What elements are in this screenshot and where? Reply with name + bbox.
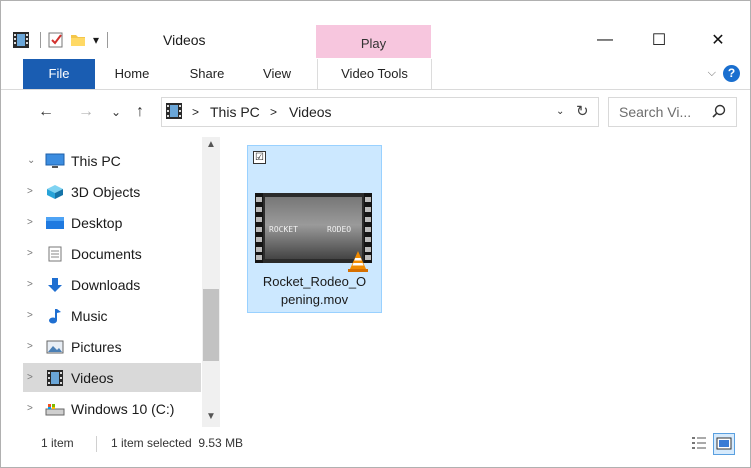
thumbnail-text-left: ROCKET [269, 225, 298, 234]
breadcrumb-separator[interactable]: > [192, 105, 199, 119]
file-item[interactable]: ☑ ROCKET RODEO Rocket_Rodeo_O pening.mov [247, 145, 382, 313]
nav-scrollbar[interactable]: ▲ ▼ [202, 137, 220, 427]
picture-icon [45, 339, 65, 355]
play-context-header: Play [316, 25, 431, 58]
nav-item-label: 3D Objects [71, 183, 141, 200]
vlc-cone-icon [348, 251, 368, 272]
scrollbar-thumb[interactable] [203, 289, 219, 361]
nav-item-windows-drive[interactable]: > Windows 10 (C:) [23, 394, 201, 423]
title-bar: ▾ Videos Play — ☐ ✕ [1, 1, 750, 58]
navigation-pane: ⌄ This PC > 3D Objects > Desktop > Docum… [1, 137, 221, 427]
qat-separator [107, 32, 109, 48]
expand-chevron-icon[interactable]: > [27, 372, 39, 383]
recent-locations-button[interactable]: ⌄ [105, 101, 127, 123]
back-button[interactable]: ← [35, 101, 57, 123]
search-placeholder: Search Vi... [619, 104, 692, 120]
nav-item-documents[interactable]: > Documents [23, 239, 201, 268]
close-button[interactable]: ✕ [695, 25, 741, 55]
help-icon[interactable]: ? [723, 65, 740, 82]
expand-chevron-icon[interactable]: > [27, 248, 39, 259]
drive-icon [45, 401, 65, 417]
expand-chevron-icon[interactable]: > [27, 310, 39, 321]
desktop-icon [45, 215, 65, 231]
ribbon-divider [1, 89, 750, 90]
nav-item-label: Music [71, 307, 108, 324]
nav-item-pictures[interactable]: > Pictures [23, 332, 201, 361]
thumbnail-text-right: RODEO [327, 225, 352, 234]
nav-item-label: Videos [71, 369, 114, 386]
up-button[interactable]: ↑ [129, 101, 151, 123]
film-icon[interactable] [12, 31, 30, 49]
nav-item-label: Windows 10 (C:) [71, 400, 175, 417]
tab-share[interactable]: Share [177, 59, 237, 89]
breadcrumb-separator[interactable]: > [270, 105, 277, 119]
new-folder-icon[interactable] [69, 31, 87, 49]
item-count: 1 item [41, 436, 74, 450]
file-name-line-1: Rocket_Rodeo_O [262, 274, 367, 289]
document-icon [45, 246, 65, 262]
nav-item-downloads[interactable]: > Downloads [23, 270, 201, 299]
ribbon-tabs: File Home Share View Video Tools ⌵ ? [1, 59, 750, 89]
customize-qat-icon[interactable]: ▾ [93, 33, 99, 47]
cube-icon [45, 184, 65, 200]
scroll-down-icon[interactable]: ▼ [202, 411, 220, 422]
search-box[interactable]: Search Vi... [608, 97, 737, 127]
tab-file[interactable]: File [23, 59, 95, 89]
nav-item-label: Pictures [71, 338, 122, 355]
expand-chevron-icon[interactable]: > [27, 186, 39, 197]
file-list: ☑ ROCKET RODEO Rocket_Rodeo_O pening.mov [223, 137, 750, 427]
play-context-label: Play [360, 36, 387, 51]
properties-icon[interactable] [47, 31, 65, 49]
nav-item-label: Documents [71, 245, 142, 262]
refresh-icon[interactable]: ↻ [576, 102, 589, 120]
file-name[interactable]: Rocket_Rodeo_O pening.mov [252, 273, 377, 309]
film-icon [45, 369, 65, 386]
expand-chevron-icon[interactable]: ⌄ [27, 155, 39, 166]
expand-chevron-icon[interactable]: > [27, 217, 39, 228]
maximize-button[interactable]: ☐ [636, 25, 682, 55]
nav-item-this-pc[interactable]: ⌄ This PC [23, 146, 201, 175]
large-icons-view-icon[interactable] [713, 433, 735, 455]
forward-button[interactable]: → [75, 101, 97, 123]
expand-chevron-icon[interactable]: > [27, 403, 39, 414]
film-icon [166, 103, 182, 119]
item-checkbox[interactable]: ☑ [253, 151, 266, 164]
nav-item-label: Downloads [71, 276, 141, 293]
status-divider [96, 436, 97, 452]
nav-item-label: Desktop [71, 214, 123, 231]
details-view-icon[interactable] [689, 433, 709, 453]
music-note-icon [45, 308, 65, 324]
expand-chevron-icon[interactable]: > [27, 279, 39, 290]
tab-video-tools[interactable]: Video Tools [317, 59, 432, 89]
nav-item-music[interactable]: > Music [23, 301, 201, 330]
ribbon-expand-chevron-icon[interactable]: ⌵ [708, 67, 716, 80]
quick-access-toolbar: ▾ [12, 29, 114, 51]
tab-view[interactable]: View [249, 59, 305, 89]
nav-item-desktop[interactable]: > Desktop [23, 208, 201, 237]
breadcrumb-this-pc[interactable]: This PC [210, 104, 260, 120]
file-explorer-window: ▾ Videos Play — ☐ ✕ File Home Share View… [0, 0, 751, 468]
address-dropdown-icon[interactable]: ⌄ [556, 106, 564, 117]
qat-separator [40, 32, 41, 48]
address-row: ← → ⌄ ↑ > This PC > Videos ⌄ ↻ Search Vi… [1, 97, 750, 129]
search-icon[interactable] [712, 104, 726, 118]
film-strip [255, 193, 263, 263]
scroll-up-icon[interactable]: ▲ [202, 139, 220, 150]
tab-home[interactable]: Home [101, 59, 163, 89]
status-bar: 1 item 1 item selected 9.53 MB [1, 429, 750, 459]
address-bar[interactable]: > This PC > Videos ⌄ ↻ [161, 97, 599, 127]
monitor-icon [45, 153, 65, 169]
file-name-line-2: pening.mov [280, 292, 349, 307]
breadcrumb-videos[interactable]: Videos [289, 104, 332, 120]
download-arrow-icon [45, 277, 65, 293]
nav-item-videos[interactable]: > Videos [23, 363, 201, 392]
expand-chevron-icon[interactable]: > [27, 341, 39, 352]
nav-item-label: This PC [71, 152, 121, 169]
selection-info: 1 item selected 9.53 MB [111, 436, 244, 450]
nav-item-3d-objects[interactable]: > 3D Objects [23, 177, 201, 206]
minimize-button[interactable]: — [582, 25, 628, 55]
window-title: Videos [163, 32, 206, 48]
